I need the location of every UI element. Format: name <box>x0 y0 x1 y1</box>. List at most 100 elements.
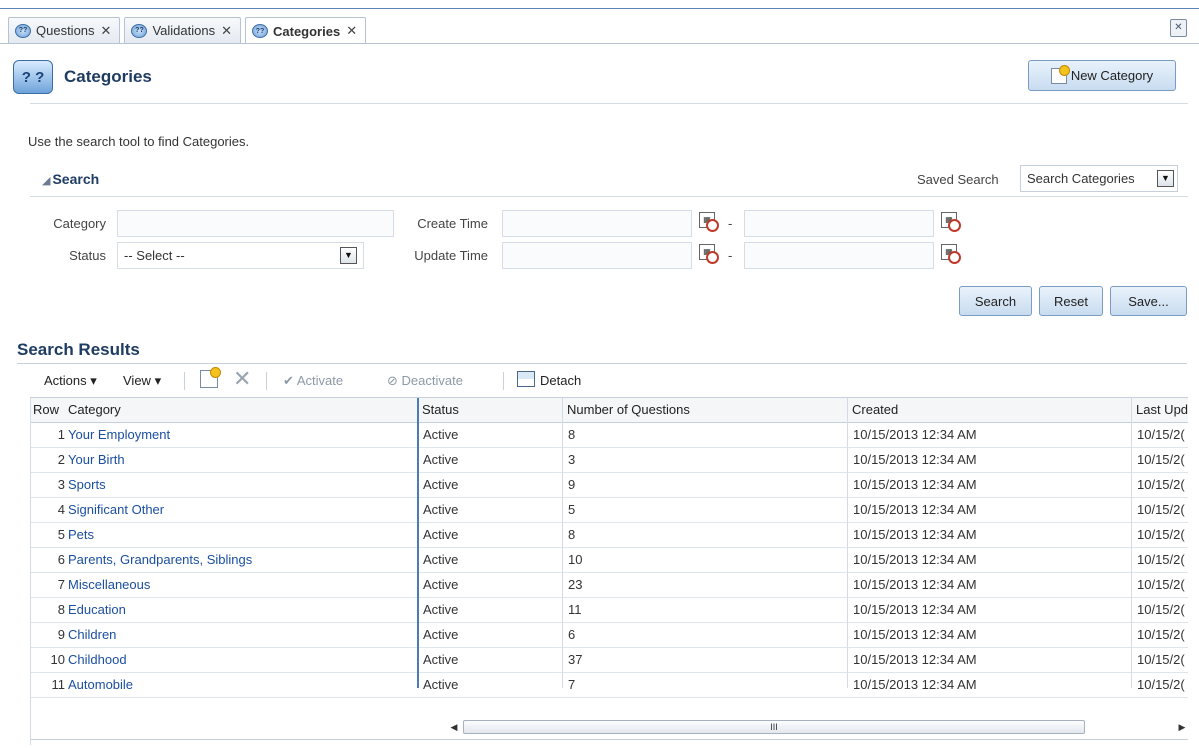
category-input[interactable] <box>117 210 394 237</box>
new-category-button[interactable]: New Category <box>1028 60 1176 91</box>
status-select[interactable]: -- Select -- ▼ <box>117 242 364 269</box>
category-link[interactable]: Your Birth <box>68 452 125 467</box>
table-row[interactable]: 8 Education Active 11 10/15/2013 12:34 AM 10/… <box>31 598 1188 623</box>
row-number-cell: 10 <box>50 652 65 667</box>
close-icon[interactable]: ✕ <box>346 23 357 39</box>
row-number-cell: 4 <box>57 502 65 517</box>
calendar-clock-icon[interactable]: ▦ <box>699 244 719 264</box>
last-updated-cell: 10/15/2( <box>1137 527 1185 542</box>
create-time-to-input[interactable] <box>744 210 934 237</box>
category-link[interactable]: Sports <box>68 477 106 492</box>
chevron-down-icon[interactable]: ▼ <box>1157 170 1174 187</box>
scroll-right-icon[interactable]: ▶ <box>1175 720 1188 734</box>
category-link[interactable]: Parents, Grandparents, Siblings <box>68 552 252 567</box>
tab-divider <box>0 43 1199 44</box>
table-row[interactable]: 6 Parents, Grandparents, Siblings Active 10… <box>31 548 1188 573</box>
row-number-cell: 5 <box>57 527 65 542</box>
detach-button[interactable]: Detach <box>540 373 581 388</box>
column-divider <box>562 398 563 688</box>
delete-icon[interactable]: ✕ <box>233 368 251 390</box>
category-link[interactable]: Pets <box>68 527 94 542</box>
collapse-triangle-icon[interactable]: ◢ <box>42 174 50 187</box>
category-link[interactable]: Miscellaneous <box>68 577 150 592</box>
question-count-cell: 37 <box>568 652 583 667</box>
row-number-cell: 7 <box>57 577 65 592</box>
saved-search-label: Saved Search <box>917 172 999 187</box>
close-icon[interactable]: ✕ <box>101 23 112 39</box>
saved-search-select[interactable]: Search Categories ▼ <box>1020 165 1178 192</box>
tab-validations[interactable]: ?? Validations ✕ <box>124 17 241 43</box>
results-table: Row Category Status Number of Questions … <box>30 397 1188 745</box>
view-label: View <box>123 373 151 388</box>
calendar-clock-icon[interactable]: ▦ <box>941 244 961 264</box>
calendar-clock-icon[interactable]: ▦ <box>941 212 961 232</box>
chevron-down-icon[interactable]: ▼ <box>340 247 357 264</box>
column-header-row[interactable]: Row <box>33 402 59 417</box>
horizontal-scrollbar[interactable]: ◀ III ▶ <box>447 718 1188 736</box>
instructions-text: Use the search tool to find Categories. <box>28 134 250 149</box>
category-link[interactable]: Significant Other <box>68 502 164 517</box>
create-time-from-input[interactable] <box>502 210 692 237</box>
table-row[interactable]: 1 Your Employment Active 8 10/15/2013 12:34 … <box>31 423 1188 448</box>
row-number-cell: 2 <box>57 452 65 467</box>
table-row[interactable]: 7 Miscellaneous Active 23 10/15/2013 12:34 A… <box>31 573 1188 598</box>
created-cell: 10/15/2013 12:34 AM <box>853 627 977 642</box>
table-row[interactable]: 2 Your Birth Active 3 10/15/2013 12:34 AM 10/… <box>31 448 1188 473</box>
calendar-clock-icon[interactable]: ▦ <box>699 212 719 232</box>
tab-categories[interactable]: ?? Categories ✕ <box>245 17 367 44</box>
view-menu[interactable]: View ▾ <box>123 373 161 389</box>
tab-questions[interactable]: ?? Questions ✕ <box>8 17 121 43</box>
saved-search-value: Search Categories <box>1027 171 1135 186</box>
top-rule <box>0 8 1199 9</box>
detach-icon[interactable] <box>517 371 535 387</box>
column-header-created[interactable]: Created <box>852 402 898 417</box>
close-icon[interactable]: ✕ <box>221 23 232 39</box>
status-cell: Active <box>423 652 459 667</box>
category-link[interactable]: Automobile <box>68 677 133 692</box>
category-link[interactable]: Children <box>68 627 116 642</box>
category-link[interactable]: Education <box>68 602 126 617</box>
created-cell: 10/15/2013 12:34 AM <box>853 527 977 542</box>
table-row[interactable]: 5 Pets Active 8 10/15/2013 12:34 AM 10/15/2( <box>31 523 1188 548</box>
deactivate-button[interactable]: ⊘ Deactivate <box>387 373 463 389</box>
update-time-to-input[interactable] <box>744 242 934 269</box>
search-divider <box>30 196 1188 197</box>
results-title: Search Results <box>17 340 140 359</box>
table-row[interactable]: 3 Sports Active 9 10/15/2013 12:34 AM 10/15/2… <box>31 473 1188 498</box>
table-row[interactable]: 10 Childhood Active 37 10/15/2013 12:34 AM 10… <box>31 648 1188 673</box>
search-panel-header[interactable]: ◢ Search <box>42 171 99 187</box>
status-cell: Active <box>423 527 459 542</box>
table-row[interactable]: 11 Automobile Active 7 10/15/2013 12:34 AM 10… <box>31 673 1188 698</box>
table-row[interactable]: 4 Significant Other Active 5 10/15/2013 12:3… <box>31 498 1188 523</box>
question-count-cell: 6 <box>568 627 576 642</box>
created-cell: 10/15/2013 12:34 AM <box>853 677 977 692</box>
last-updated-cell: 10/15/2( <box>1137 552 1185 567</box>
scrollbar-thumb[interactable]: III <box>463 720 1085 734</box>
close-window-icon[interactable]: ✕ <box>1170 19 1187 37</box>
search-button[interactable]: Search <box>959 286 1032 316</box>
column-header-status[interactable]: Status <box>422 402 459 417</box>
column-header-last-updated[interactable]: Last Upd <box>1136 402 1188 417</box>
save-search-button[interactable]: Save... <box>1110 286 1187 316</box>
reset-button[interactable]: Reset <box>1039 286 1103 316</box>
status-cell: Active <box>423 627 459 642</box>
scroll-left-icon[interactable]: ◀ <box>447 720 461 734</box>
last-updated-cell: 10/15/2( <box>1137 477 1185 492</box>
tab-bar: ?? Questions ✕ ?? Validations ✕ ?? Categ… <box>8 17 367 44</box>
table-row[interactable]: 9 Children Active 6 10/15/2013 12:34 AM 10/15… <box>31 623 1188 648</box>
category-link[interactable]: Your Employment <box>68 427 170 442</box>
actions-label: Actions <box>44 373 87 388</box>
column-header-questions[interactable]: Number of Questions <box>567 402 690 417</box>
actions-menu[interactable]: Actions ▾ <box>44 373 97 389</box>
update-time-from-input[interactable] <box>502 242 692 269</box>
results-divider <box>17 363 1187 364</box>
question-count-cell: 8 <box>568 527 576 542</box>
column-header-category[interactable]: Category <box>68 402 121 417</box>
category-link[interactable]: Childhood <box>68 652 127 667</box>
question-count-cell: 10 <box>568 552 583 567</box>
activate-button[interactable]: ✔ Activate <box>283 373 343 389</box>
help-bubble-icon: ?? <box>131 23 148 38</box>
created-cell: 10/15/2013 12:34 AM <box>853 602 977 617</box>
create-row-icon[interactable] <box>200 367 221 388</box>
row-number-cell: 1 <box>57 427 65 442</box>
